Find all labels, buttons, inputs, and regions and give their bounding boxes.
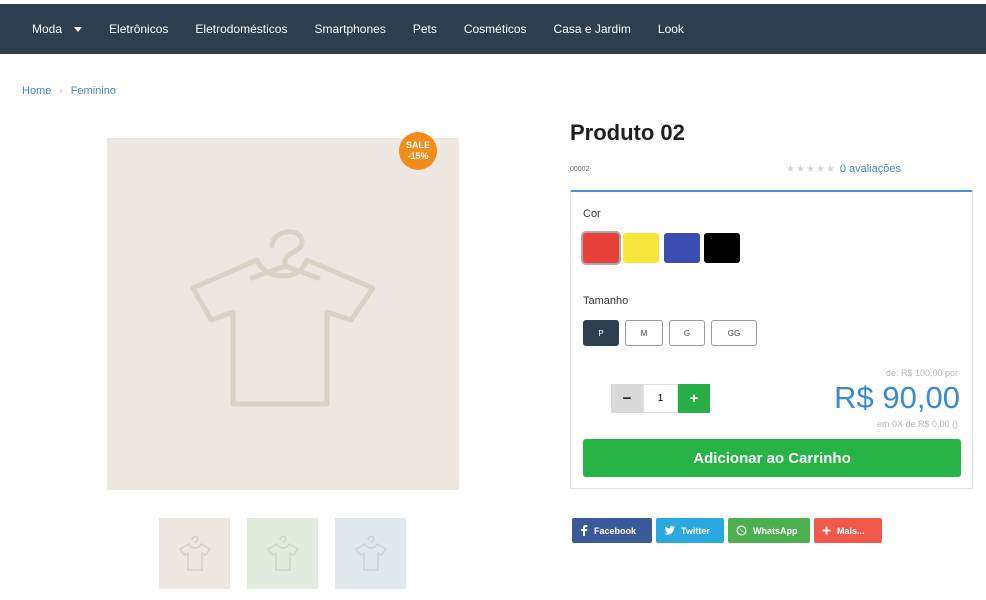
share-facebook-button[interactable]: Facebook	[572, 518, 652, 543]
current-price: R$ 90,00	[834, 380, 960, 415]
nav-item-smartphones[interactable]: Smartphones	[314, 22, 385, 36]
color-swatch-red[interactable]	[583, 233, 619, 263]
breadcrumb-home-link[interactable]: Home	[22, 85, 51, 97]
t-shirt-hanger-icon	[159, 518, 230, 589]
product-main-image[interactable]	[107, 138, 459, 490]
nav-item-label: Eletrodomésticos	[195, 22, 288, 36]
nav-item-label: Pets	[412, 22, 437, 36]
installments-info: em 0X de R$ 0,00 ()	[876, 419, 958, 429]
quantity-decrease-button[interactable]: −	[611, 384, 643, 413]
nav-item-cosmeticos[interactable]: Cosméticos	[464, 22, 527, 36]
share-whatsapp-button[interactable]: WhatsApp	[728, 518, 810, 543]
sale-badge-label: SALE	[405, 140, 430, 150]
t-shirt-hanger-icon	[335, 518, 406, 589]
breadcrumb: Home › Feminino	[22, 85, 116, 97]
sale-badge-discount: -15%	[407, 151, 429, 161]
size-option-p[interactable]: P	[583, 320, 619, 346]
quantity-input[interactable]	[643, 384, 678, 413]
share-more-button[interactable]: Mais...	[814, 518, 882, 543]
nav-item-label: Casa e Jardim	[553, 22, 631, 36]
breadcrumb-current-link[interactable]: Feminino	[71, 85, 116, 97]
quantity-stepper: − +	[611, 384, 710, 413]
product-rating: ★★★★★ 0 avaliações	[786, 163, 901, 175]
share-more-label: Mais...	[837, 525, 865, 536]
color-label: Cor	[583, 208, 601, 220]
old-price: de: R$ 100,00 por	[885, 368, 958, 378]
color-swatch-blue[interactable]	[664, 233, 700, 263]
product-sku: 00002	[570, 166, 590, 173]
share-facebook-label: Facebook	[594, 525, 637, 536]
size-label: Tamanho	[583, 295, 629, 307]
reviews-link[interactable]: 0 avaliações	[840, 163, 901, 175]
top-navigation: Moda Eletrônicos Eletrodomésticos Smartp…	[0, 4, 986, 54]
size-option-gg[interactable]: GG	[711, 320, 757, 346]
product-thumbnail[interactable]	[159, 518, 230, 589]
share-twitter-label: Twitter	[681, 525, 710, 536]
twitter-icon	[664, 526, 675, 535]
nav-item-label: Moda	[32, 22, 63, 36]
size-option-g[interactable]: G	[669, 320, 705, 346]
chevron-down-icon	[74, 26, 83, 32]
nav-item-eletrodomesticos[interactable]: Eletrodomésticos	[195, 22, 287, 36]
quantity-increase-button[interactable]: +	[678, 384, 710, 413]
whatsapp-icon	[736, 525, 747, 536]
nav-item-look[interactable]: Look	[658, 22, 684, 36]
nav-item-label: Cosméticos	[463, 22, 527, 36]
share-twitter-button[interactable]: Twitter	[656, 518, 724, 543]
size-option-m[interactable]: M	[625, 320, 663, 346]
facebook-icon	[580, 525, 588, 536]
product-thumbnail[interactable]	[335, 518, 406, 589]
nav-item-label: Look	[657, 22, 684, 36]
nav-item-moda[interactable]: Moda	[32, 22, 83, 36]
plus-icon	[822, 526, 831, 535]
nav-item-pets[interactable]: Pets	[413, 22, 437, 36]
rating-stars-icon: ★★★★★	[786, 163, 836, 175]
nav-item-casa-e-jardim[interactable]: Casa e Jardim	[554, 22, 631, 36]
sale-badge: SALE -15%	[399, 132, 437, 170]
share-whatsapp-label: WhatsApp	[753, 525, 798, 536]
nav-item-label: Eletrônicos	[109, 22, 169, 36]
add-to-cart-button[interactable]: Adicionar ao Carrinho	[583, 439, 961, 477]
product-thumbnail[interactable]	[247, 518, 318, 589]
breadcrumb-separator: ›	[59, 85, 63, 97]
nav-item-eletronicos[interactable]: Eletrônicos	[109, 22, 168, 36]
t-shirt-hanger-icon	[247, 518, 318, 589]
color-swatch-black[interactable]	[704, 233, 740, 263]
nav-item-label: Smartphones	[314, 22, 386, 36]
purchase-options-card: Cor Tamanho P M G GG − + de: R$ 100,00 p…	[570, 190, 973, 489]
color-swatch-yellow[interactable]	[623, 233, 659, 263]
product-title: Produto 02	[570, 120, 685, 145]
t-shirt-hanger-icon	[190, 229, 376, 407]
